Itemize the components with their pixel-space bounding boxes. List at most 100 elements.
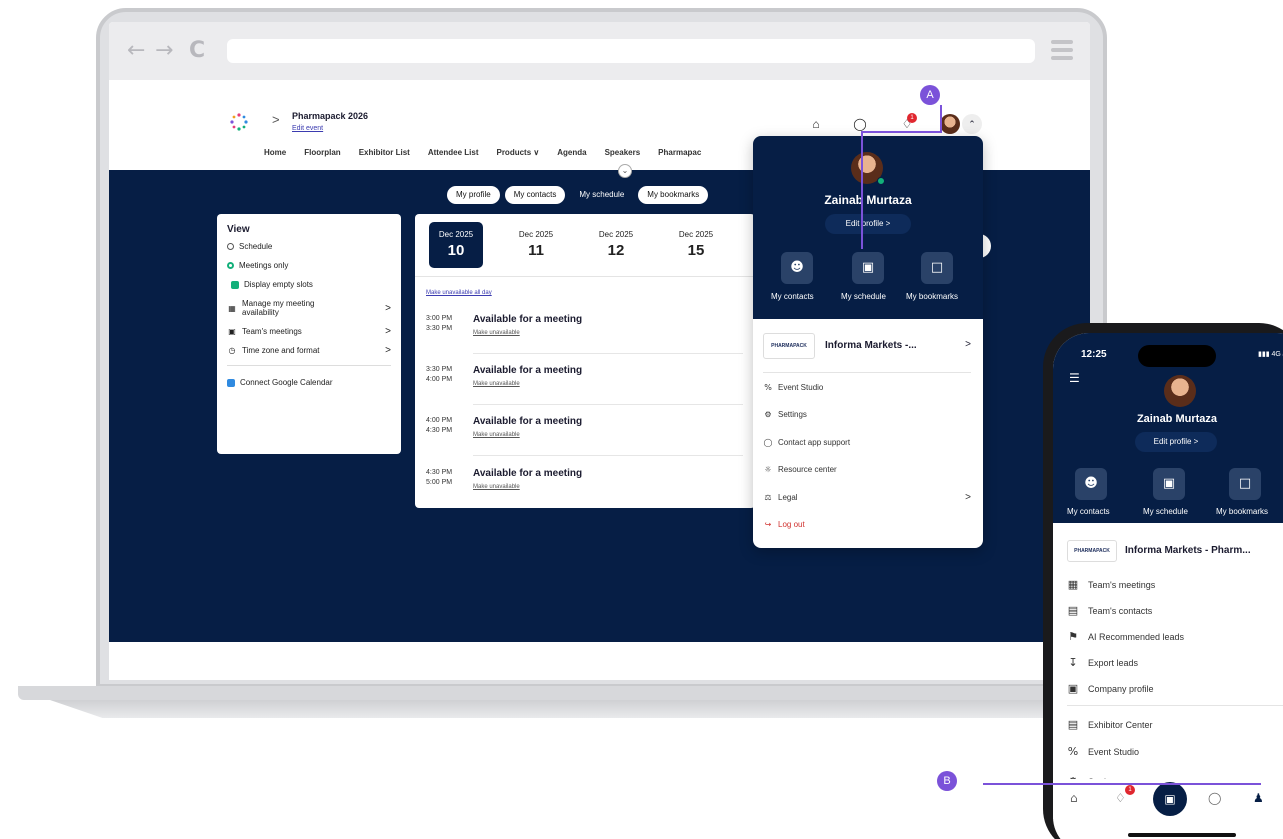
make-unavailable-link[interactable]: Make unavailable: [473, 432, 520, 438]
slot-title: Available for a meeting: [473, 314, 583, 325]
reload-icon[interactable]: C: [189, 38, 205, 63]
chevron-right-icon: >: [385, 302, 391, 314]
date-tab[interactable]: Dec 2025 12: [589, 222, 643, 268]
tab-my-contacts[interactable]: My contacts: [504, 186, 566, 204]
online-status-dot: [877, 177, 885, 185]
tab-my-bookmarks[interactable]: My bookmarks: [638, 186, 709, 204]
chevron-up-icon[interactable]: ⌃: [962, 114, 982, 134]
menu-teams-contacts[interactable]: ▤Team's contacts>: [1067, 604, 1283, 617]
profile-icon[interactable]: ♟: [1253, 791, 1264, 805]
list-item[interactable]: 4:30 PM 5:00 PM Available for a meeting M…: [426, 468, 746, 508]
menu-resource-center[interactable]: ☼ Resource center: [763, 465, 971, 474]
organization-selector[interactable]: PHARMAPACK Informa Markets -... >: [763, 333, 971, 359]
tile-label[interactable]: My bookmarks: [906, 292, 958, 301]
contacts-icon[interactable]: ☻: [781, 252, 813, 284]
list-item[interactable]: 3:00 PM 3:30 PM Available for a meeting M…: [426, 314, 746, 362]
contacts-board-icon: ▤: [1067, 604, 1079, 617]
tab-my-profile[interactable]: My profile: [447, 186, 500, 204]
app-logo[interactable]: [229, 112, 249, 132]
connect-google-calendar[interactable]: Connect Google Calendar: [227, 378, 391, 387]
menu-ai-leads[interactable]: ⚑AI Recommended leads>: [1067, 630, 1283, 643]
menu-event-studio[interactable]: % Event Studio: [763, 383, 971, 392]
bell-icon[interactable]: ♢: [1115, 791, 1126, 805]
menu-settings[interactable]: ⚙ Settings: [763, 410, 971, 419]
nav-home[interactable]: Home: [264, 148, 286, 157]
menu-icon[interactable]: ☰: [1069, 371, 1080, 385]
divider: [473, 353, 743, 354]
make-unavailable-link[interactable]: Make unavailable: [473, 381, 520, 387]
nav-agenda[interactable]: Agenda: [557, 148, 586, 157]
organization-selector[interactable]: PHARMAPACK Informa Markets - Pharm... ⌄: [1067, 540, 1283, 564]
nav-speakers[interactable]: Speakers: [605, 148, 641, 157]
make-unavailable-link[interactable]: Make unavailable: [473, 330, 520, 336]
schedule-icon[interactable]: ▣: [1153, 468, 1185, 500]
list-item[interactable]: 4:00 PM 4:30 PM Available for a meeting M…: [426, 416, 746, 464]
teams-meetings-item[interactable]: ▣ Team's meetings >: [227, 326, 391, 337]
schedule-radio[interactable]: Schedule: [227, 242, 391, 251]
empty-slots-checkbox[interactable]: Display empty slots: [227, 280, 391, 289]
menu-exhibitor-center[interactable]: ▤Exhibitor Center>: [1067, 718, 1283, 731]
forward-arrow-icon[interactable]: →: [155, 38, 173, 63]
avatar[interactable]: [940, 114, 960, 134]
date-tab[interactable]: Dec 2025 15: [669, 222, 723, 268]
calendar-icon: ▦: [228, 303, 236, 313]
date-tab[interactable]: Dec 2025 11: [509, 222, 563, 268]
nav-attendee-list[interactable]: Attendee List: [428, 148, 479, 157]
timezone-item[interactable]: ◷ Time zone and format >: [227, 345, 392, 356]
percent-icon: %: [1067, 745, 1079, 758]
date-tab[interactable]: Dec 2025 10: [429, 222, 483, 268]
menu-teams-meetings[interactable]: ▦Team's meetings>: [1067, 578, 1283, 591]
home-icon[interactable]: ⌂: [808, 116, 824, 132]
timezone-label: Time zone and format: [242, 346, 320, 355]
manage-availability-item[interactable]: ▦ Manage my meeting availability >: [227, 299, 391, 317]
download-icon: ↧: [1068, 656, 1078, 669]
nav-pharmapack[interactable]: Pharmapac: [658, 148, 701, 157]
bookmark-icon[interactable]: □: [1229, 468, 1261, 500]
menu-export-leads[interactable]: ↧Export leads>: [1067, 656, 1283, 669]
contacts-icon[interactable]: ☻: [1075, 468, 1107, 500]
callout-line: [862, 131, 942, 133]
meetings-only-radio[interactable]: Meetings only: [227, 261, 391, 270]
support-icon: ◯: [763, 438, 773, 447]
browser-menu-icon[interactable]: [1051, 40, 1073, 60]
notification-badge: 1: [1125, 785, 1135, 795]
edit-profile-button[interactable]: Edit profile >: [825, 214, 911, 234]
chevron-down-icon[interactable]: ⌄: [618, 164, 632, 178]
back-arrow-icon[interactable]: ←: [127, 38, 145, 63]
pharmapack-logo: PHARMAPACK: [763, 333, 815, 359]
nav-exhibitor-list[interactable]: Exhibitor List: [359, 148, 410, 157]
menu-label: Export leads: [1088, 657, 1139, 668]
tab-my-schedule[interactable]: My schedule: [570, 186, 633, 204]
date-day: 12: [607, 242, 625, 259]
make-unavailable-all-day-link[interactable]: Make unavailable all day: [426, 290, 492, 296]
tile-label[interactable]: My schedule: [841, 292, 886, 301]
slot-time: 3:30 PM 4:00 PM: [426, 365, 452, 385]
menu-label: Settings: [778, 410, 807, 419]
make-unavailable-link[interactable]: Make unavailable: [473, 484, 520, 490]
divider: [227, 365, 391, 366]
menu-event-studio[interactable]: %Event Studio>: [1067, 745, 1283, 758]
menu-company-profile[interactable]: ▣Company profile>: [1067, 682, 1283, 695]
signal-icon: ▮▮▮: [1258, 351, 1270, 358]
chat-icon[interactable]: ◯: [852, 116, 868, 132]
list-item[interactable]: 3:30 PM 4:00 PM Available for a meeting M…: [426, 365, 746, 413]
edit-event-link[interactable]: Edit event: [292, 125, 323, 132]
menu-log-out[interactable]: ↪ Log out: [763, 520, 971, 529]
pharmapack-logo: PHARMAPACK: [1067, 540, 1117, 562]
scan-icon[interactable]: ▣: [1153, 782, 1187, 816]
tile-label[interactable]: My contacts: [1067, 507, 1110, 516]
organization-name: Informa Markets -...: [825, 340, 917, 351]
bookmark-icon[interactable]: □: [921, 252, 953, 284]
menu-legal[interactable]: ⚖ Legal >: [763, 492, 971, 503]
tile-label[interactable]: My schedule: [1143, 507, 1188, 516]
nav-products[interactable]: Products ∨: [496, 148, 539, 157]
tile-label[interactable]: My bookmarks: [1216, 507, 1268, 516]
menu-contact-support[interactable]: ◯ Contact app support: [763, 438, 971, 447]
edit-profile-button[interactable]: Edit profile >: [1135, 432, 1217, 452]
schedule-icon[interactable]: ▣: [852, 252, 884, 284]
url-bar[interactable]: [227, 39, 1035, 63]
home-icon[interactable]: ⌂: [1070, 791, 1078, 805]
chat-icon[interactable]: ◯: [1208, 791, 1221, 805]
tile-label[interactable]: My contacts: [771, 292, 814, 301]
nav-floorplan[interactable]: Floorplan: [304, 148, 340, 157]
